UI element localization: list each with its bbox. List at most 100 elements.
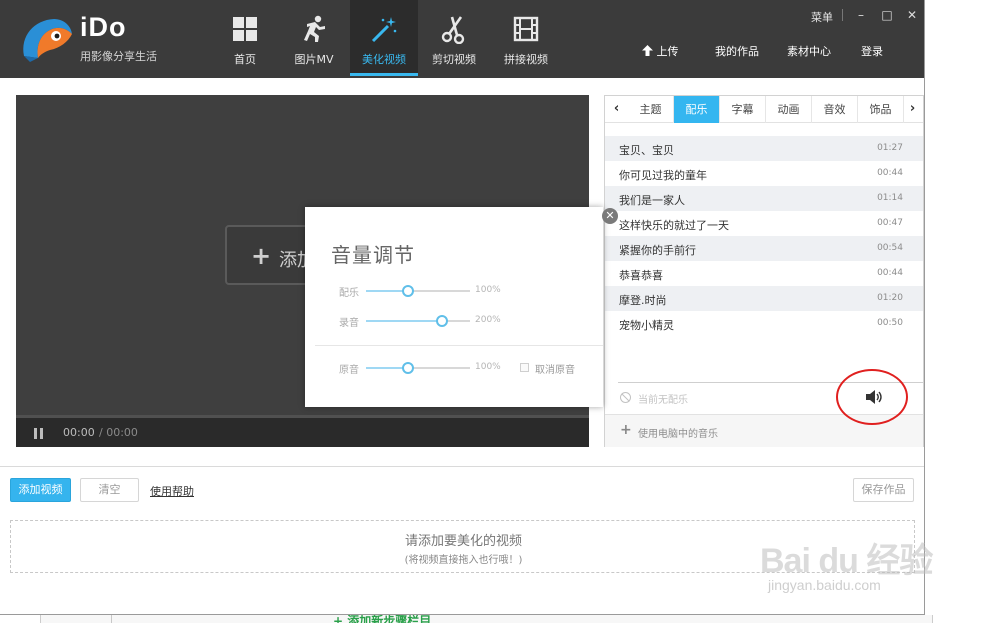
runner-icon: [304, 15, 325, 42]
volume-row-music: 配乐 100%: [305, 283, 603, 299]
close-dialog-button[interactable]: ✕: [602, 208, 618, 224]
list-item[interactable]: 我们是一家人 01:14: [605, 186, 923, 211]
list-item[interactable]: 你可见过我的童年 00:44: [605, 161, 923, 186]
time-total: / 00:00: [99, 426, 138, 439]
tabs-prev-button[interactable]: ‹: [605, 96, 628, 123]
music-list: 宝贝、宝贝 01:27 你可见过我的童年 00:44 我们是一家人 01:14 …: [605, 136, 923, 336]
music-duration: 00:47: [877, 218, 903, 228]
plus-icon: +: [620, 422, 632, 438]
music-duration: 01:20: [877, 293, 903, 303]
nav-beautify-video[interactable]: 美化视频: [350, 0, 418, 76]
plus-icon: +: [251, 242, 272, 270]
magic-wand-icon: [371, 17, 397, 43]
upload-arrow-icon: [642, 45, 653, 56]
nav-join-video[interactable]: 拼接视频: [492, 0, 560, 76]
save-work-button[interactable]: 保存作品: [853, 478, 914, 502]
watermark-url: jingyan.baidu.com: [768, 577, 881, 593]
close-window-button[interactable]: ✕: [903, 6, 921, 24]
background-window: + 添加新步骤栏目: [40, 615, 933, 623]
volume-label: 录音: [339, 318, 359, 329]
film-strip-icon: [513, 16, 539, 42]
music-name: 摩登.时尚: [619, 294, 667, 307]
slider-fill: [366, 320, 442, 322]
volume-row-recording: 录音 200%: [305, 313, 603, 329]
volume-adjust-dialog: 音量调节 配乐 100% 录音 200% 原音 100% 取消原音: [305, 207, 603, 407]
divider: [111, 615, 112, 623]
divider: [315, 345, 603, 346]
nav-label: 首页: [234, 53, 256, 66]
scissors-icon: [441, 16, 465, 44]
tab-subtitle[interactable]: 字幕: [720, 96, 766, 123]
material-center-link[interactable]: 素材中心: [787, 43, 831, 59]
grid-icon: [233, 17, 257, 41]
volume-slider-original[interactable]: [366, 362, 470, 374]
volume-label: 配乐: [339, 288, 359, 299]
volume-label: 原音: [339, 365, 359, 376]
ido-logo-icon: [23, 19, 72, 62]
pause-icon[interactable]: [34, 428, 44, 439]
time-current: 00:00: [63, 426, 95, 439]
clear-button[interactable]: 清空: [80, 478, 139, 502]
music-duration: 01:27: [877, 143, 903, 153]
app-header: iDo 用影像分享生活 首页 图片MV 美化视频 剪切视频 拼接视频 菜单 – …: [0, 0, 924, 78]
panel-tabs: ‹ 主题 配乐 字幕 动画 音效 饰品 ›: [605, 96, 923, 123]
list-item[interactable]: 宝贝、宝贝 01:27: [605, 136, 923, 161]
nav-photo-mv[interactable]: 图片MV: [280, 0, 348, 76]
music-duration: 00:44: [877, 168, 903, 178]
slider-knob[interactable]: [401, 285, 414, 297]
slider-knob[interactable]: [435, 315, 448, 327]
tabs-next-button[interactable]: ›: [901, 96, 924, 123]
add-video-button[interactable]: 添加视频: [10, 478, 71, 502]
brand-name: iDo: [80, 12, 127, 42]
music-name: 恭喜恭喜: [619, 269, 663, 282]
nav-home[interactable]: 首页: [211, 0, 279, 76]
list-item[interactable]: 紧握你的手前行 00:54: [605, 236, 923, 261]
nav-label: 图片MV: [294, 53, 334, 66]
volume-value: 200%: [475, 315, 501, 325]
help-link[interactable]: 使用帮助: [150, 483, 194, 499]
music-name: 你可见过我的童年: [619, 169, 707, 182]
upload-label: 上传: [656, 45, 679, 58]
checkbox-box[interactable]: [520, 363, 529, 372]
tab-sound-effect[interactable]: 音效: [812, 96, 858, 123]
screenshot: iDo 用影像分享生活 首页 图片MV 美化视频 剪切视频 拼接视频 菜单 – …: [0, 0, 1000, 623]
list-item[interactable]: 宠物小精灵 00:50: [605, 311, 923, 336]
tab-theme[interactable]: 主题: [628, 96, 674, 123]
divider: [0, 466, 924, 467]
upload-button[interactable]: 上传: [642, 43, 679, 59]
volume-value: 100%: [475, 362, 501, 372]
music-name: 紧握你的手前行: [619, 244, 696, 257]
music-name: 这样快乐的就过了一天: [619, 219, 729, 232]
nav-label: 拼接视频: [504, 53, 548, 66]
music-duration: 00:54: [877, 243, 903, 253]
login-link[interactable]: 登录: [861, 43, 883, 59]
add-step-link[interactable]: + 添加新步骤栏目: [333, 615, 431, 623]
player-control-bar: 00:00 / 00:00: [16, 415, 589, 447]
slider-knob[interactable]: [401, 362, 414, 374]
baidu-jingyan-watermark: Bai du 经验 jingyan.baidu.com: [760, 515, 960, 605]
my-works-link[interactable]: 我的作品: [715, 43, 759, 59]
volume-slider-music[interactable]: [366, 285, 470, 297]
no-music-icon: [620, 392, 631, 403]
brand-slogan: 用影像分享生活: [80, 50, 157, 63]
dialog-title: 音量调节: [331, 243, 415, 267]
tab-animation[interactable]: 动画: [766, 96, 812, 123]
tab-ornament[interactable]: 饰品: [858, 96, 904, 123]
list-item[interactable]: 恭喜恭喜 00:44: [605, 261, 923, 286]
list-item[interactable]: 这样快乐的就过了一天 00:47: [605, 211, 923, 236]
tab-music[interactable]: 配乐: [674, 96, 720, 123]
nav-label: 剪切视频: [432, 53, 476, 66]
music-name: 宝贝、宝贝: [619, 144, 674, 157]
divider: [842, 9, 843, 21]
music-name: 我们是一家人: [619, 194, 685, 207]
nav-cut-video[interactable]: 剪切视频: [420, 0, 488, 76]
music-name: 宠物小精灵: [619, 319, 674, 332]
music-duration: 01:14: [877, 193, 903, 203]
volume-slider-recording[interactable]: [366, 315, 470, 327]
music-duration: 00:44: [877, 268, 903, 278]
nav-label: 美化视频: [362, 53, 406, 66]
list-item[interactable]: 摩登.时尚 01:20: [605, 286, 923, 311]
menu-button[interactable]: 菜单: [811, 9, 833, 25]
maximize-button[interactable]: □: [878, 6, 896, 24]
minimize-button[interactable]: –: [852, 6, 870, 24]
